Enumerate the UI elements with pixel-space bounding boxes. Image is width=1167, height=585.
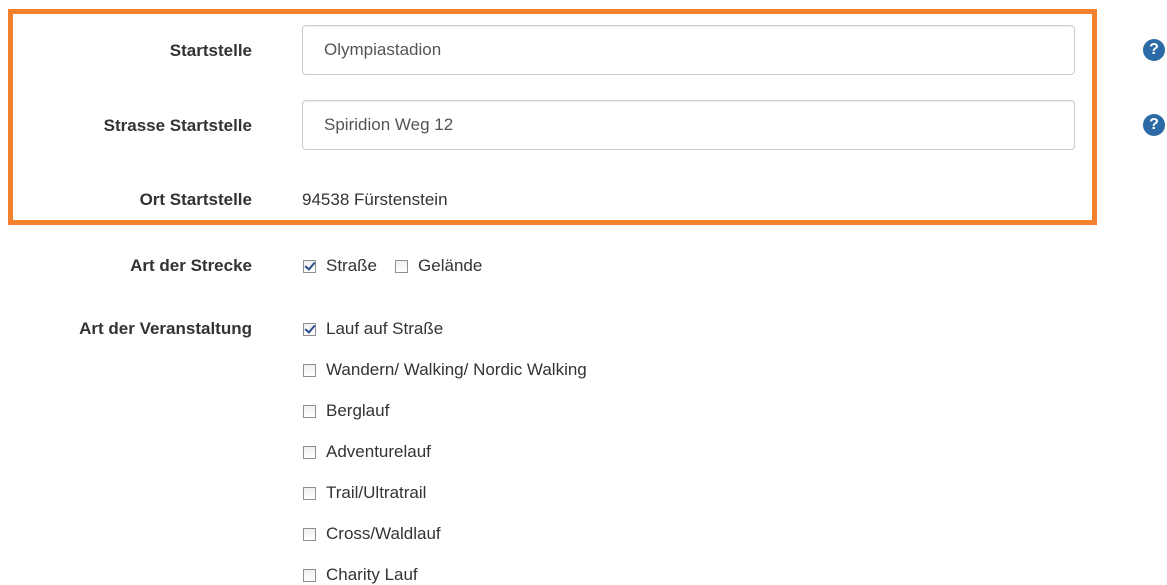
event-type-label: Art der Veranstaltung: [79, 319, 252, 338]
question-circle-icon[interactable]: ?: [1143, 39, 1165, 61]
checkbox[interactable]: [395, 259, 409, 273]
checkbox-label: Straße: [326, 256, 378, 275]
event-type-option[interactable]: Charity Lauf: [303, 565, 418, 585]
checkbox-label: Trail/Ultratrail: [326, 483, 427, 502]
checkbox[interactable]: [303, 363, 316, 377]
route-type-label: Art der Strecke: [130, 256, 252, 275]
checkbox[interactable]: [303, 259, 316, 273]
checkbox[interactable]: [303, 568, 316, 582]
checkbox[interactable]: [303, 404, 316, 418]
route-type-option-road[interactable]: Straße: [303, 256, 377, 276]
checkbox-label: Charity Lauf: [326, 565, 418, 584]
checkbox-label: Cross/Waldlauf: [326, 524, 441, 543]
route-type-options: Straße Gelände: [303, 256, 482, 276]
event-type-option[interactable]: Wandern/ Walking/ Nordic Walking: [303, 360, 587, 380]
start-location-input[interactable]: [302, 25, 1075, 75]
start-place-value: 94538 Fürstenstein: [302, 190, 448, 209]
route-type-option-terrain[interactable]: Gelände: [395, 256, 482, 276]
question-circle-icon[interactable]: ?: [1143, 114, 1165, 136]
checkbox-label: Gelände: [418, 256, 483, 275]
event-type-option[interactable]: Berglauf: [303, 401, 389, 421]
start-location-label: Startstelle: [169, 41, 252, 60]
checkbox[interactable]: [303, 322, 316, 336]
checkbox-label: Lauf auf Straße: [326, 319, 444, 338]
start-place-label: Ort Startstelle: [139, 190, 252, 209]
start-street-label: Strasse Startstelle: [103, 116, 252, 135]
event-type-option[interactable]: Trail/Ultratrail: [303, 483, 426, 503]
event-type-option[interactable]: Cross/Waldlauf: [303, 524, 441, 544]
event-type-option[interactable]: Adventurelauf: [303, 442, 431, 462]
event-type-option[interactable]: Lauf auf Straße: [303, 319, 443, 339]
checkbox-label: Wandern/ Walking/ Nordic Walking: [326, 360, 587, 379]
checkbox-label: Berglauf: [326, 401, 390, 420]
checkbox[interactable]: [303, 527, 316, 541]
checkbox-label: Adventurelauf: [326, 442, 431, 461]
start-street-input[interactable]: [302, 100, 1075, 150]
checkbox[interactable]: [303, 486, 316, 500]
checkbox[interactable]: [303, 445, 316, 459]
